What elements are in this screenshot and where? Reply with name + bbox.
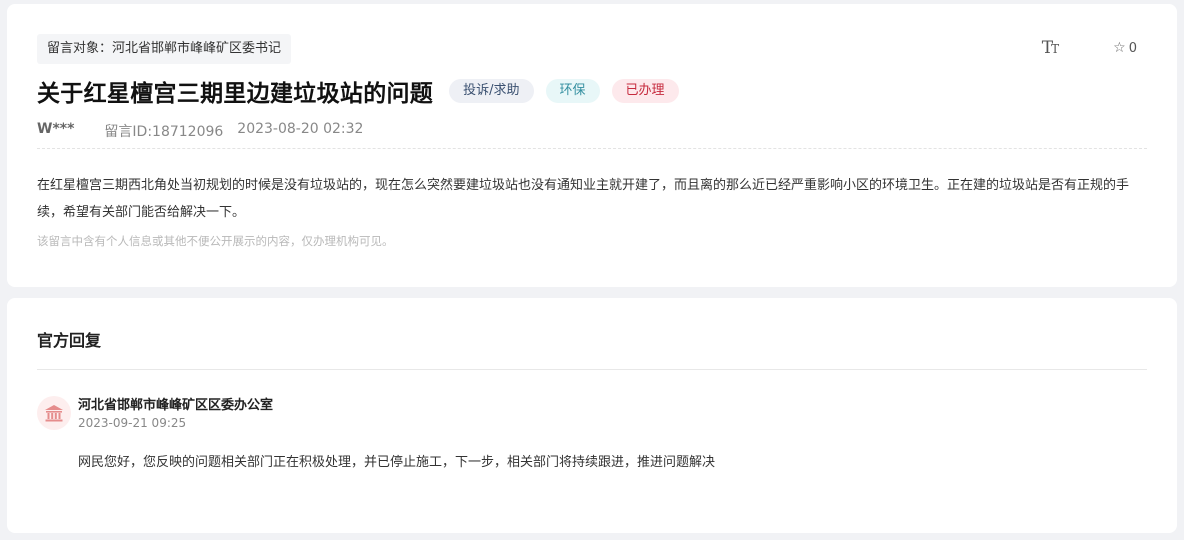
category-badge: 投诉/求助	[449, 79, 534, 103]
title-row: 关于红星檀宫三期里边建垃圾站的问题 投诉/求助 环保 已办理	[37, 74, 679, 108]
font-size-icon[interactable]: TT	[1041, 38, 1059, 58]
reply-datetime: 2023-09-21 09:25	[78, 416, 187, 430]
reply-org-name: 河北省邯郸市峰峰矿区区委办公室	[78, 398, 274, 413]
toolbar: TT ☆ 0	[1042, 38, 1137, 58]
author-name: W***	[37, 121, 75, 137]
status-badge: 已办理	[611, 79, 679, 103]
message-meta: W*** 留言ID:18712096 2023-08-20 02:32	[37, 121, 363, 141]
message-id: 留言ID:18712096	[104, 124, 224, 140]
font-size-glyph-small: T	[1051, 42, 1059, 56]
reply-heading: 官方回复	[37, 331, 102, 350]
star-outline-icon: ☆	[1113, 40, 1126, 56]
font-size-glyph-big: T	[1041, 38, 1053, 58]
message-target-tag: 留言对象：河北省邯郸市峰峰矿区委书记	[37, 34, 292, 64]
message-card: 留言对象：河北省邯郸市峰峰矿区委书记 TT ☆ 0 关于红星檀宫三期里边建垃圾站…	[7, 4, 1177, 287]
divider	[37, 148, 1147, 149]
topic-badge: 环保	[545, 79, 600, 103]
reply-card: 官方回复 河北省邯郸市峰峰矿区区委办公室 2023-09-21 09:25 网民…	[7, 298, 1177, 533]
government-building-icon	[37, 396, 71, 430]
message-title: 关于红星檀宫三期里边建垃圾站的问题	[37, 81, 434, 107]
favorite-count: 0	[1128, 40, 1137, 56]
favorite-button[interactable]: ☆ 0	[1113, 40, 1137, 56]
divider	[37, 369, 1147, 370]
message-body: 在红星檀宫三期西北角处当初规划的时候是没有垃圾站的，现在怎么突然要建垃圾站也没有…	[37, 178, 1130, 220]
privacy-notice: 该留言中含有个人信息或其他不便公开展示的内容，仅办理机构可见。	[37, 234, 394, 248]
reply-content: 网民您好，您反映的问题相关部门正在积极处理，并已停止施工，下一步，相关部门将持续…	[78, 455, 716, 470]
message-datetime: 2023-08-20 02:32	[237, 121, 364, 137]
